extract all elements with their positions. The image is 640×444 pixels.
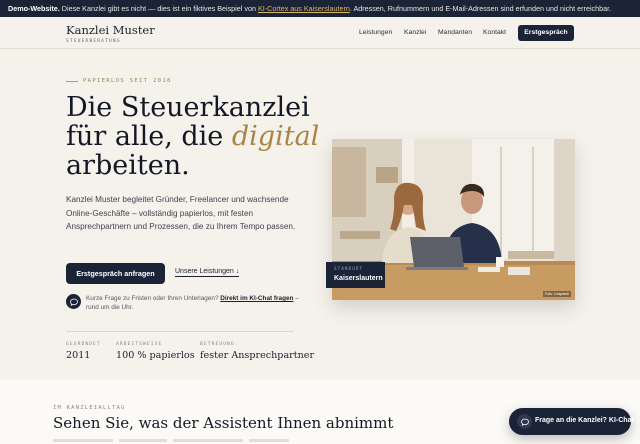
stat-value-founded: 2011 <box>66 350 91 361</box>
hero-lead: Kanzlei Muster begleitet Gründer, Freela… <box>66 195 296 232</box>
stat-label-workstyle: ARBEITSWEISE <box>116 342 163 347</box>
chat-note-text: Kurze Frage zu Fristen oder Ihren Unterl… <box>86 295 221 302</box>
banner-prefix: Demo-Website. <box>8 4 60 13</box>
banner-text-end: . Adressen, Rufnummern und E-Mail-Adress… <box>349 4 612 13</box>
logo-name[interactable]: Kanzlei Muster <box>66 23 155 37</box>
nav-kanzlei[interactable]: Kanzlei <box>404 29 426 36</box>
header-cta-button[interactable]: Erstgespräch <box>518 25 574 41</box>
stat-label-founded: GEGRÜNDET <box>66 342 101 347</box>
hero-title-line2: für alle, die digital <box>66 122 319 152</box>
banner-text: Diese Kanzlei gibt es nicht — dies ist e… <box>59 4 258 13</box>
chat-note: Kurze Frage zu Fristen oder Ihren Unterl… <box>86 294 311 312</box>
hero-title-line3: arbeiten. <box>66 150 190 181</box>
eyebrow-rule <box>66 81 78 82</box>
nav-kontakt[interactable]: Kontakt <box>483 29 506 36</box>
ai-chat-label: Frage an die Kanzlei? KI-Chat <box>535 417 634 424</box>
location-tag-value: Kaiserslautern <box>334 275 383 282</box>
banner-link[interactable]: KI-Cortex aus Kaiserslautern <box>258 4 350 13</box>
chat-bubble-icon <box>517 414 532 429</box>
stat-value-workstyle: 100 % papierlos <box>116 350 195 361</box>
location-tag-label: STANDORT <box>334 267 364 272</box>
logo-subtitle: STEUERBERATUNG <box>66 39 121 44</box>
demo-banner: Demo-Website. Diese Kanzlei gibt es nich… <box>0 0 640 17</box>
section-eyebrow: IM KANZLEIALLTAG <box>53 405 126 411</box>
hero-title-accent: digital <box>231 121 320 152</box>
request-consultation-button[interactable]: Erstgespräch anfragen <box>66 263 165 284</box>
stat-label-support: BETREUUNG <box>200 342 235 347</box>
chat-note-link[interactable]: Direkt im KI-Chat fragen <box>220 295 293 302</box>
ai-chat-button[interactable]: Frage an die Kanzlei? KI-Chat <box>509 408 634 435</box>
hero-eyebrow: PAPIERLOS SEIT 2018 <box>83 78 172 84</box>
hero-title-line1: Die Steuerkanzlei <box>66 92 310 123</box>
nav-leistungen[interactable]: Leistungen <box>359 29 392 36</box>
services-link[interactable]: Unsere Leistungen ↓ <box>175 268 240 277</box>
stat-value-support: fester Ansprechpartner <box>200 350 315 361</box>
location-tag: STANDORT Kaiserslautern <box>326 262 385 288</box>
photo-credit: Foto: Unsplash <box>543 291 571 297</box>
hero-title-line2-text: für alle, die <box>66 121 232 152</box>
stats-divider <box>66 331 294 332</box>
site-header: Kanzlei Muster STEUERBERATUNG Leistungen… <box>0 17 640 49</box>
chat-bubble-icon[interactable] <box>66 294 81 309</box>
nav-mandanten[interactable]: Mandanten <box>438 29 472 36</box>
section-title: Sehen Sie, was der Assistent Ihnen abnim… <box>53 414 394 432</box>
section-text-fade <box>53 439 289 442</box>
